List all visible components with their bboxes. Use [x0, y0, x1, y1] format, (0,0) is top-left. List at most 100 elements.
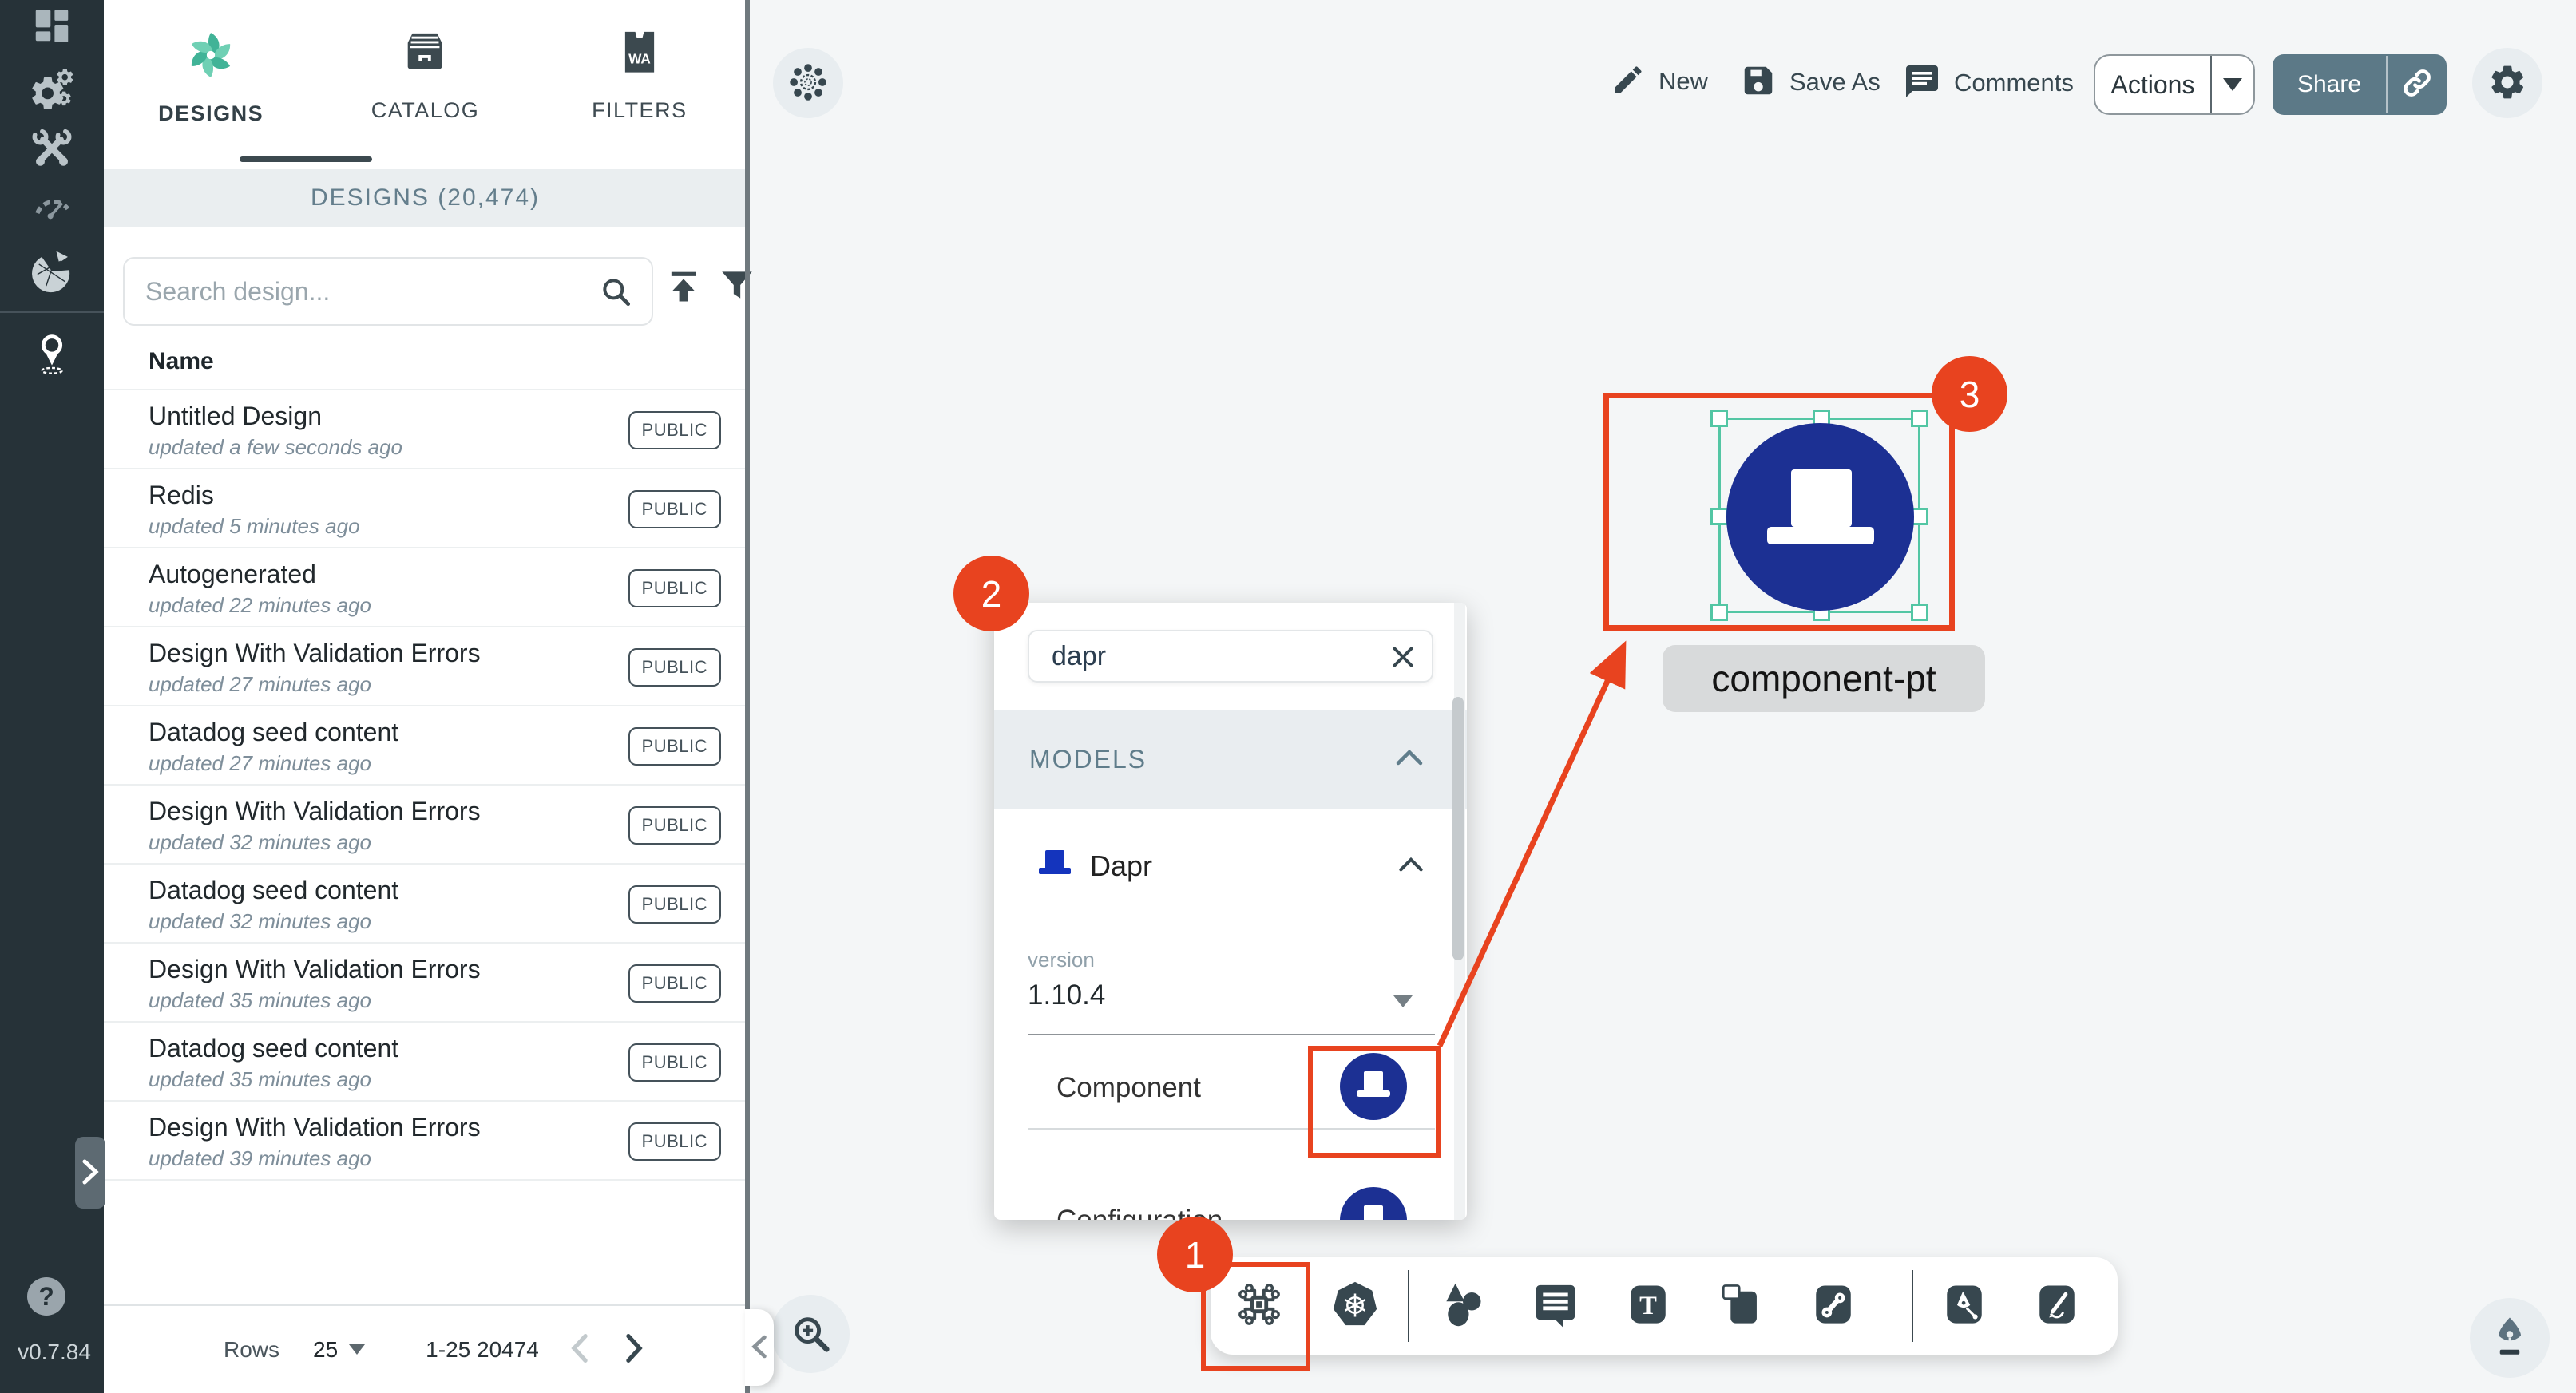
sidebar-item-extensions[interactable]	[0, 244, 104, 300]
rows-per-page-select[interactable]: 25	[313, 1337, 365, 1363]
version-select-underline	[1028, 1034, 1435, 1035]
copy-link-button[interactable]	[2388, 66, 2447, 104]
resize-handle[interactable]	[1710, 604, 1728, 621]
save-as-label: Save As	[1789, 68, 1880, 97]
models-section-label: MODELS	[1029, 745, 1147, 774]
chain-link-icon	[1810, 1281, 1857, 1330]
resize-handle[interactable]	[1710, 508, 1728, 525]
clear-search-button[interactable]	[1389, 643, 1417, 674]
previous-page-button[interactable]	[566, 1332, 593, 1367]
import-design-button[interactable]	[663, 265, 704, 309]
visibility-badge: PUBLIC	[628, 490, 721, 528]
sidebar-item-dashboard[interactable]	[0, 2, 104, 57]
design-updated: updated 35 minutes ago	[149, 988, 371, 1013]
models-section-header[interactable]: MODELS	[994, 710, 1467, 809]
add-component-tool[interactable]	[1234, 1280, 1285, 1331]
pen-tool-icon	[1941, 1281, 1987, 1330]
dapr-component-node[interactable]	[1726, 423, 1914, 611]
model-search-input[interactable]	[1052, 631, 1379, 681]
component-name: Configuration	[1056, 1205, 1223, 1220]
version-select-value[interactable]: 1.10.4	[1028, 979, 1105, 1011]
sidebar-item-kanvas[interactable]	[0, 327, 104, 383]
actions-split-button[interactable]: Actions	[2094, 54, 2255, 115]
design-row[interactable]: Design With Validation Errors updated 27…	[104, 626, 747, 705]
caret-down-icon[interactable]	[1393, 995, 1413, 1007]
canvas-settings-button[interactable]	[2472, 48, 2542, 118]
actions-dropdown-toggle[interactable]	[2212, 78, 2253, 91]
crossed-tools-icon	[29, 125, 75, 174]
text-tool[interactable]: T	[1623, 1280, 1674, 1331]
share-label: Share	[2273, 71, 2386, 98]
new-design-button[interactable]: New	[1611, 62, 1708, 100]
resize-handle[interactable]	[1911, 604, 1928, 621]
rows-per-page-value: 25	[313, 1337, 338, 1363]
comment-tool[interactable]	[1530, 1280, 1581, 1331]
shapes-tool[interactable]	[1437, 1280, 1488, 1331]
design-search-row	[104, 227, 747, 348]
design-name: Datadog seed content	[149, 876, 398, 905]
sidebar-expand-handle[interactable]	[75, 1137, 105, 1209]
design-row[interactable]: Design With Validation Errors updated 39…	[104, 1100, 747, 1179]
design-row[interactable]: Datadog seed content updated 35 minutes …	[104, 1021, 747, 1100]
gauge-icon	[29, 183, 75, 232]
tab-filters-label: FILTERS	[592, 98, 688, 123]
component-list-item[interactable]: Configuration	[994, 1139, 1467, 1220]
dapr-component-icon[interactable]	[1340, 1187, 1407, 1220]
sidebar-item-lifecycle[interactable]	[0, 62, 104, 118]
resize-handle[interactable]	[1911, 410, 1928, 427]
zoom-in-icon	[789, 1312, 832, 1357]
component-list-item[interactable]: Component	[994, 1047, 1467, 1128]
help-label: ?	[38, 1282, 54, 1312]
chevron-left-icon	[750, 1333, 769, 1363]
canvas-toolbar: T	[1211, 1257, 2118, 1355]
filter-designs-button[interactable]	[717, 265, 757, 307]
help-button[interactable]: ?	[27, 1277, 65, 1316]
resize-handle[interactable]	[1710, 410, 1728, 427]
tab-catalog[interactable]: CATALOG	[318, 0, 532, 169]
link-tool[interactable]	[1808, 1280, 1859, 1331]
share-split-button[interactable]: Share	[2273, 54, 2447, 115]
drawer-collapse-handle[interactable]	[745, 1309, 774, 1386]
design-row[interactable]: Untitled Design updated a few seconds ag…	[104, 389, 747, 468]
design-updated: updated 5 minutes ago	[149, 514, 360, 539]
gears-icon	[28, 65, 76, 116]
save-as-button[interactable]: Save As	[1740, 62, 1880, 101]
design-row[interactable]: Design With Validation Errors updated 32…	[104, 784, 747, 863]
design-search-input[interactable]	[145, 259, 592, 324]
design-row[interactable]: Design With Validation Errors updated 35…	[104, 942, 747, 1021]
freehand-draw-tool[interactable]	[2031, 1280, 2083, 1331]
design-list: Untitled Design updated a few seconds ag…	[104, 389, 747, 1179]
modal-scrollbar[interactable]	[1454, 603, 1465, 1220]
chip-node-icon	[1234, 1280, 1284, 1332]
actions-label: Actions	[2095, 70, 2210, 100]
design-updated: updated 22 minutes ago	[149, 593, 371, 618]
kubernetes-tool[interactable]	[1330, 1280, 1381, 1331]
note-tool[interactable]	[1715, 1280, 1766, 1331]
canvas-dock-toggle-button[interactable]	[773, 48, 843, 118]
comments-button[interactable]: Comments	[1903, 62, 2074, 103]
chevron-right-icon	[80, 1158, 101, 1188]
design-updated: updated 39 minutes ago	[149, 1146, 371, 1171]
node-name-label[interactable]: component-pt	[1663, 645, 1985, 712]
sidebar-item-toolbox[interactable]	[0, 121, 104, 177]
dapr-component-icon[interactable]	[1340, 1053, 1407, 1120]
next-page-button[interactable]	[620, 1332, 648, 1367]
tab-designs[interactable]: DESIGNS	[104, 0, 318, 169]
design-mode-pen-button[interactable]	[2470, 1298, 2550, 1378]
design-row[interactable]: Datadog seed content updated 32 minutes …	[104, 863, 747, 942]
sidebar-item-performance[interactable]	[0, 179, 104, 235]
svg-text:T: T	[1639, 1291, 1657, 1320]
design-row[interactable]: Datadog seed content updated 27 minutes …	[104, 705, 747, 784]
scrollbar-thumb[interactable]	[1452, 697, 1464, 960]
drawer-resize-divider[interactable]	[745, 0, 750, 1393]
model-row-dapr[interactable]: Dapr	[994, 834, 1467, 898]
design-name: Redis	[149, 481, 214, 510]
meshery-spiral-icon	[184, 29, 237, 84]
design-row[interactable]: Redis updated 5 minutes ago PUBLIC	[104, 468, 747, 547]
designs-drawer: DESIGNS CATALOG WA FILTERS DESIGNS (20,4…	[104, 0, 747, 1393]
model-search-box	[1028, 630, 1433, 683]
tab-filters[interactable]: WA FILTERS	[533, 0, 747, 169]
pen-tool[interactable]	[1939, 1280, 1990, 1331]
zoom-in-button[interactable]	[771, 1295, 850, 1373]
design-row[interactable]: Autogenerated updated 22 minutes ago PUB…	[104, 547, 747, 626]
